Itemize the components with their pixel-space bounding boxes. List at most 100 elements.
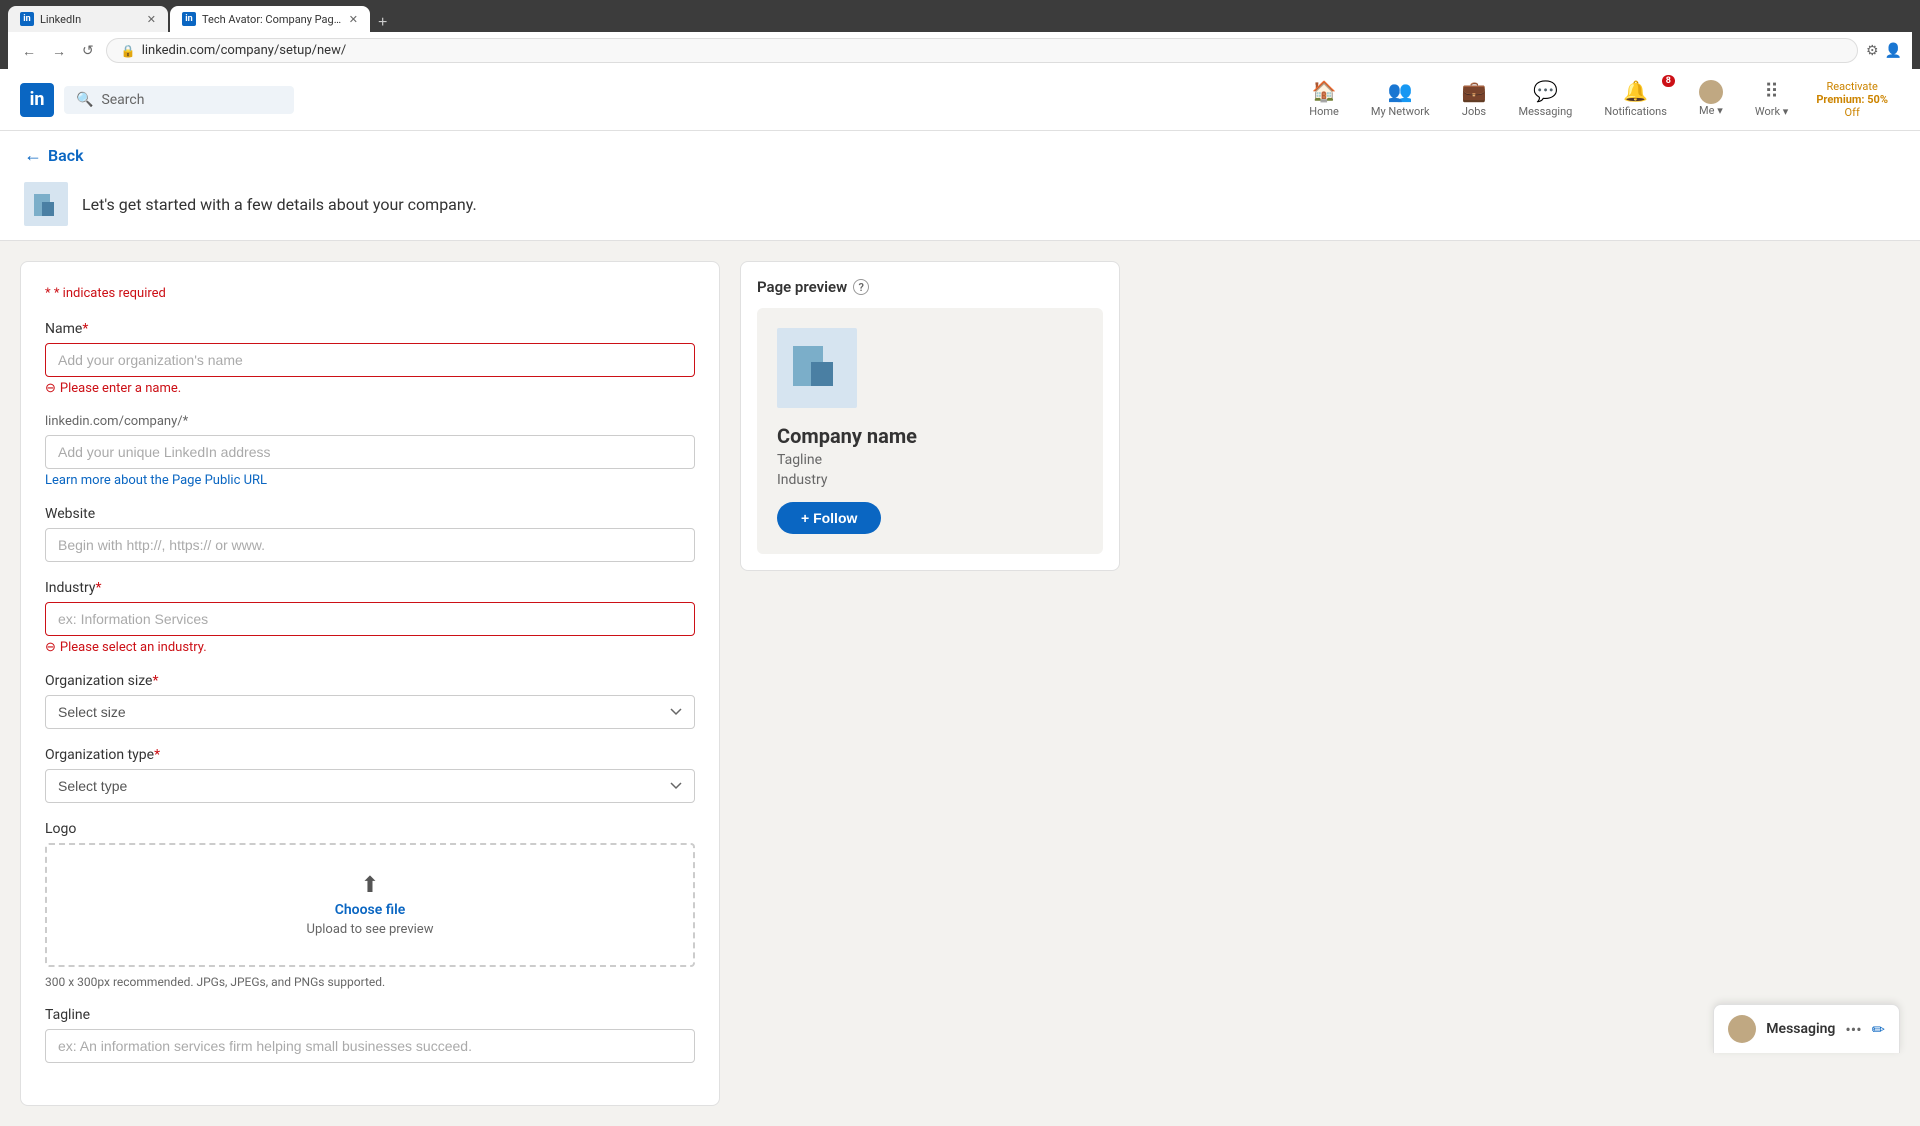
network-icon: 👥 (1388, 79, 1413, 103)
back-button[interactable]: ← (18, 41, 40, 61)
nav-notifications-label: Notifications (1604, 105, 1667, 118)
nav-home[interactable]: 🏠 Home (1293, 69, 1355, 130)
website-input[interactable] (45, 528, 695, 562)
avatar (1699, 80, 1723, 104)
upload-label: Choose file (335, 902, 406, 918)
page-header-text: Let's get started with a few details abo… (82, 195, 477, 214)
tab2-title: Tech Avator: Company Page A… (202, 13, 343, 26)
messaging-label: Messaging (1766, 1021, 1835, 1037)
nav-work-label: Work ▾ (1755, 105, 1788, 118)
preview-section: Page preview ? Company name Tagline Indu… (740, 261, 1120, 1106)
add-tab-button[interactable]: + (372, 14, 393, 32)
nav-notifications[interactable]: 🔔 8 Notifications (1588, 69, 1683, 130)
nav-me-label: Me ▾ (1699, 104, 1723, 117)
name-error: ⊖ Please enter a name. (45, 381, 695, 396)
linkedin-logo[interactable]: in (20, 83, 54, 117)
extensions-icon[interactable]: ⚙ (1866, 43, 1879, 59)
org-type-select[interactable]: Select type Public Company Self-Employed… (45, 769, 695, 803)
lock-icon: 🔒 (121, 44, 136, 58)
org-type-field-group: Organization type* Select type Public Co… (45, 747, 695, 803)
website-field-group: Website (45, 506, 695, 562)
required-note: * * indicates required (45, 286, 695, 301)
forward-button[interactable]: → (48, 41, 70, 61)
back-link[interactable]: ← Back (24, 145, 1896, 166)
nav-network-label: My Network (1371, 105, 1430, 118)
address-bar[interactable]: 🔒 linkedin.com/company/setup/new/ (106, 38, 1858, 63)
company-form: * * indicates required Name* ⊖ Please en… (20, 261, 720, 1106)
logo-label: Logo (45, 821, 695, 837)
nav-items: 🏠 Home 👥 My Network 💼 Jobs 💬 Messaging 🔔… (1293, 69, 1900, 130)
premium-line1: Reactivate (1827, 80, 1878, 93)
company-name-preview: Company name (777, 424, 1083, 448)
company-tagline-preview: Tagline (777, 452, 1083, 468)
nav-messaging[interactable]: 💬 Messaging (1502, 69, 1588, 130)
back-arrow-icon: ← (24, 145, 42, 166)
messaging-dots[interactable]: ••• (1845, 1020, 1861, 1039)
follow-button[interactable]: + Follow (777, 502, 881, 534)
browser-chrome: in LinkedIn ✕ in Tech Avator: Company Pa… (0, 0, 1920, 69)
notifications-badge: 8 (1662, 75, 1675, 87)
upload-icon: ⬆ (361, 873, 379, 898)
nav-network[interactable]: 👥 My Network (1355, 69, 1446, 130)
industry-field-group: Industry* ⊖ Please select an industry. (45, 580, 695, 655)
preview-title: Page preview ? (757, 278, 1103, 296)
messaging-widget[interactable]: Messaging ••• ✏ (1713, 1004, 1900, 1053)
linkedin-navbar: in 🔍 Search 🏠 Home 👥 My Network 💼 Jobs 💬… (0, 69, 1920, 131)
industry-error: ⊖ Please select an industry. (45, 640, 695, 655)
search-bar[interactable]: 🔍 Search (64, 86, 294, 114)
premium-line2: Premium: 50% (1816, 93, 1888, 106)
tab1-favicon: in (20, 12, 34, 26)
preview-help-icon[interactable]: ? (853, 279, 869, 295)
refresh-button[interactable]: ↺ (78, 40, 98, 61)
tab1-title: LinkedIn (40, 13, 141, 26)
jobs-icon: 💼 (1462, 79, 1487, 103)
org-type-label: Organization type* (45, 747, 695, 763)
tab2-favicon: in (182, 12, 196, 26)
nav-me[interactable]: Me ▾ (1683, 70, 1739, 129)
industry-input[interactable] (45, 602, 695, 636)
browser-tab-1[interactable]: in LinkedIn ✕ (8, 6, 168, 32)
work-icon: ⠿ (1764, 79, 1779, 103)
search-icon: 🔍 (76, 92, 93, 108)
tab2-close[interactable]: ✕ (349, 13, 358, 26)
nav-messaging-label: Messaging (1518, 105, 1572, 118)
logo-hint: 300 x 300px recommended. JPGs, JPEGs, an… (45, 975, 695, 989)
company-preview-inner: Company name Tagline Industry + Follow (757, 308, 1103, 554)
browser-tabs: in LinkedIn ✕ in Tech Avator: Company Pa… (8, 6, 1912, 32)
notifications-icon: 🔔 (1623, 79, 1648, 103)
page-content: ← Back Let's get started with a few deta… (0, 131, 1920, 1126)
url-input[interactable] (45, 435, 695, 469)
home-icon: 🏠 (1312, 79, 1337, 103)
tagline-input[interactable] (45, 1029, 695, 1063)
tagline-label: Tagline (45, 1007, 695, 1023)
address-url: linkedin.com/company/setup/new/ (142, 43, 347, 58)
company-icon (24, 182, 68, 226)
org-size-label: Organization size* (45, 673, 695, 689)
website-label: Website (45, 506, 695, 522)
tab1-close[interactable]: ✕ (147, 13, 156, 26)
error-icon: ⊖ (45, 381, 56, 396)
browser-tab-2[interactable]: in Tech Avator: Company Page A… ✕ (170, 6, 370, 32)
name-field-group: Name* ⊖ Please enter a name. (45, 321, 695, 396)
messaging-avatar (1728, 1015, 1756, 1043)
page-header: Let's get started with a few details abo… (24, 182, 1896, 226)
url-prefix: linkedin.com/company/* (45, 414, 695, 429)
nav-jobs-label: Jobs (1462, 105, 1486, 118)
learn-more-link[interactable]: Learn more about the Page Public URL (45, 473, 267, 488)
tagline-field-group: Tagline (45, 1007, 695, 1063)
org-size-field-group: Organization size* Select size 1-10 11-5… (45, 673, 695, 729)
premium-promo[interactable]: Reactivate Premium: 50% Off (1804, 74, 1900, 125)
name-input[interactable] (45, 343, 695, 377)
messaging-icon: 💬 (1533, 79, 1558, 103)
profile-icon[interactable]: 👤 (1885, 43, 1902, 59)
name-label: Name* (45, 321, 695, 337)
nav-jobs[interactable]: 💼 Jobs (1446, 69, 1503, 130)
org-size-select[interactable]: Select size 1-10 11-50 51-200 201-500 50… (45, 695, 695, 729)
main-layout: * * indicates required Name* ⊖ Please en… (20, 261, 1120, 1106)
compose-icon[interactable]: ✏ (1872, 1020, 1885, 1039)
nav-work[interactable]: ⠿ Work ▾ (1739, 69, 1804, 130)
back-label: Back (48, 146, 84, 165)
company-logo-placeholder (777, 328, 857, 408)
industry-error-icon: ⊖ (45, 640, 56, 655)
logo-upload-area[interactable]: ⬆ Choose file Upload to see preview (45, 843, 695, 967)
